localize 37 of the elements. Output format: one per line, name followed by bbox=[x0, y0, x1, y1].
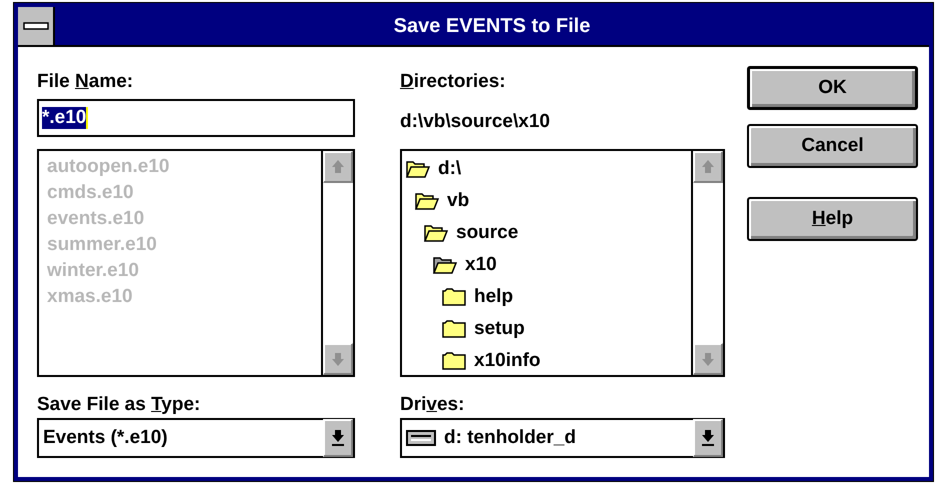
open-folder-icon bbox=[433, 256, 457, 274]
scroll-down-button[interactable] bbox=[693, 343, 723, 375]
open-folder-icon bbox=[406, 160, 430, 178]
system-menu-button[interactable] bbox=[18, 7, 55, 45]
directory-list[interactable]: d:\ vb source x10 help setup x10info bbox=[400, 149, 725, 377]
field-label: Directories: bbox=[400, 71, 507, 93]
directory-name[interactable]: x10info bbox=[474, 350, 541, 372]
drive-icon bbox=[406, 430, 436, 446]
menu-bar-icon bbox=[22, 22, 48, 30]
scroll-up-button[interactable] bbox=[693, 151, 723, 183]
scroll-down-button[interactable] bbox=[323, 343, 353, 375]
folder-icon bbox=[442, 320, 466, 338]
directory-name[interactable]: x10 bbox=[465, 254, 497, 276]
dropdown-button[interactable] bbox=[693, 419, 723, 457]
dialog-button[interactable]: Cancel bbox=[747, 124, 918, 168]
drive-dropdown[interactable]: d: tenholder_d bbox=[400, 418, 725, 458]
directory-name[interactable]: source bbox=[456, 222, 518, 244]
dropdown-button[interactable] bbox=[323, 419, 353, 457]
open-folder-icon bbox=[424, 224, 448, 242]
drive-name: d: tenholder_d bbox=[444, 427, 576, 449]
current-path: d:\vb\source\x10 bbox=[400, 111, 551, 133]
directory-name[interactable]: setup bbox=[474, 318, 525, 340]
field-label: Drives: bbox=[400, 394, 466, 416]
dialog-button[interactable]: Help bbox=[747, 197, 918, 241]
directory-name[interactable]: vb bbox=[447, 190, 470, 212]
file-name-field[interactable]: *.e10 bbox=[37, 99, 355, 137]
folder-icon bbox=[442, 288, 466, 306]
window-title: Save EVENTS to File bbox=[392, 14, 592, 38]
folder-icon bbox=[442, 352, 466, 370]
scroll-up-button[interactable] bbox=[323, 151, 353, 183]
file-type-dropdown[interactable]: Events (*.e10) bbox=[37, 418, 355, 458]
dialog-button[interactable]: OK bbox=[747, 66, 918, 110]
open-folder-icon bbox=[415, 192, 439, 210]
field-label: Save File as Type: bbox=[37, 394, 202, 416]
directory-name[interactable]: help bbox=[474, 286, 514, 308]
field-label: File Name: bbox=[37, 71, 134, 93]
directory-name[interactable]: d:\ bbox=[438, 158, 462, 180]
